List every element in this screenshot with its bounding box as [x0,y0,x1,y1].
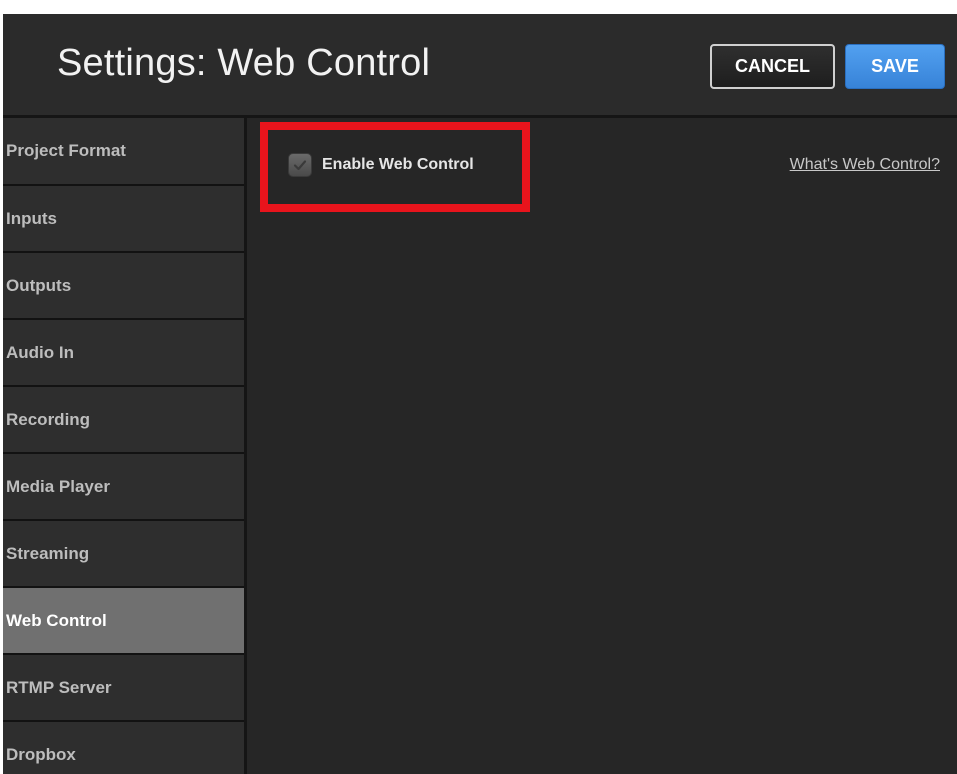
enable-web-control-label[interactable]: Enable Web Control [322,156,474,174]
enable-web-control-checkbox[interactable] [288,153,312,177]
enable-web-control-row: Enable Web Control [288,153,474,177]
sidebar-item-web-control[interactable]: Web Control [3,588,244,655]
sidebar-item-media-player[interactable]: Media Player [3,454,244,521]
whats-web-control-link[interactable]: What's Web Control? [790,156,940,174]
settings-sidebar: Project Format Inputs Outputs Audio In R… [3,118,247,774]
sidebar-item-inputs[interactable]: Inputs [3,186,244,253]
sidebar-item-dropbox[interactable]: Dropbox [3,722,244,774]
sidebar-item-audio-in[interactable]: Audio In [3,320,244,387]
header-bar: Settings: Web Control CANCEL SAVE [3,14,957,118]
sidebar-item-outputs[interactable]: Outputs [3,253,244,320]
checkmark-icon [293,160,307,171]
sidebar-item-project-format[interactable]: Project Format [3,118,244,186]
sidebar-item-streaming[interactable]: Streaming [3,521,244,588]
settings-window: Settings: Web Control CANCEL SAVE Projec… [3,14,957,774]
cancel-button[interactable]: CANCEL [710,44,835,89]
sidebar-item-recording[interactable]: Recording [3,387,244,454]
settings-content: Enable Web Control What's Web Control? [247,118,957,774]
save-button[interactable]: SAVE [845,44,945,89]
page-title: Settings: Web Control [57,42,431,84]
sidebar-item-rtmp-server[interactable]: RTMP Server [3,655,244,722]
